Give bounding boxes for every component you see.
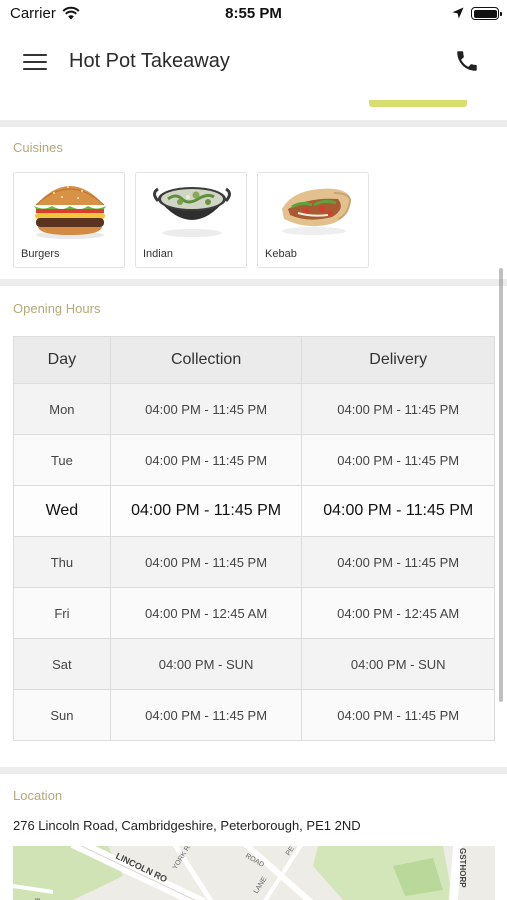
section-divider bbox=[0, 120, 507, 127]
page-title: Hot Pot Takeaway bbox=[69, 50, 230, 72]
location-heading: Location bbox=[13, 788, 63, 803]
table-row: Sun 04:00 PM - 11:45 PM 04:00 PM - 11:45… bbox=[13, 689, 495, 741]
clock: 8:55 PM bbox=[225, 5, 282, 22]
column-header-delivery: Delivery bbox=[301, 336, 495, 384]
day-cell: Tue bbox=[13, 434, 111, 486]
table-row: Tue 04:00 PM - 11:45 PM 04:00 PM - 11:45… bbox=[13, 434, 495, 486]
day-cell: Sat bbox=[13, 638, 111, 690]
location-map[interactable]: LINCOLN RO YORK RO ROAD PE LANE GSTHORP … bbox=[13, 846, 495, 900]
cuisines-heading: Cuisines bbox=[13, 140, 63, 155]
table-row: Sat 04:00 PM - SUN 04:00 PM - SUN bbox=[13, 638, 495, 690]
battery-icon bbox=[471, 7, 502, 20]
collection-hours-cell: 04:00 PM - 11:45 PM bbox=[109, 689, 303, 741]
burger-icon bbox=[34, 186, 106, 239]
table-row: Thu 04:00 PM - 11:45 PM 04:00 PM - 11:45… bbox=[13, 536, 495, 588]
delivery-hours-cell: 04:00 PM - 11:45 PM bbox=[301, 434, 495, 486]
table-row: Fri 04:00 PM - 12:45 AM 04:00 PM - 12:45… bbox=[13, 587, 495, 639]
cuisine-name: Burgers bbox=[21, 248, 60, 260]
collection-hours-cell: 04:00 PM - 11:45 PM bbox=[109, 485, 303, 537]
day-cell: Wed bbox=[13, 485, 111, 537]
collection-hours-cell: 04:00 PM - 12:45 AM bbox=[109, 587, 303, 639]
delivery-hours-cell: 04:00 PM - 11:45 PM bbox=[301, 689, 495, 741]
column-header-day: Day bbox=[13, 336, 111, 384]
day-cell: Fri bbox=[13, 587, 111, 639]
previous-section-button-edge[interactable] bbox=[369, 100, 467, 107]
cuisine-card-indian[interactable]: Indian bbox=[135, 172, 247, 268]
collection-hours-cell: 04:00 PM - 11:45 PM bbox=[109, 383, 303, 435]
delivery-hours-cell: 04:00 PM - 12:45 AM bbox=[301, 587, 495, 639]
section-divider bbox=[0, 279, 507, 286]
table-row-today: Wed 04:00 PM - 11:45 PM 04:00 PM - 11:45… bbox=[13, 485, 495, 537]
day-cell: Thu bbox=[13, 536, 111, 588]
address-text: 276 Lincoln Road, Cambridgeshire, Peterb… bbox=[13, 818, 361, 833]
cuisine-name: Kebab bbox=[265, 248, 297, 260]
delivery-hours-cell: 04:00 PM - 11:45 PM bbox=[301, 485, 495, 537]
cuisine-card-burgers[interactable]: Burgers bbox=[13, 172, 125, 268]
table-row: Mon 04:00 PM - 11:45 PM 04:00 PM - 11:45… bbox=[13, 383, 495, 435]
vertical-scrollbar[interactable] bbox=[499, 268, 503, 702]
collection-hours-cell: 04:00 PM - 11:45 PM bbox=[109, 434, 303, 486]
status-bar: Carrier 8:55 PM bbox=[0, 0, 507, 28]
opening-hours-table: Day Collection Delivery Mon 04:00 PM - 1… bbox=[13, 336, 495, 741]
delivery-hours-cell: 04:00 PM - 11:45 PM bbox=[301, 536, 495, 588]
nav-bar: Hot Pot Takeaway bbox=[0, 28, 507, 94]
map-street-label: GSTHORP bbox=[458, 848, 467, 888]
opening-hours-heading: Opening Hours bbox=[13, 301, 101, 316]
kebab-wrap-icon bbox=[282, 188, 352, 235]
collection-hours-cell: 04:00 PM - SUN bbox=[109, 638, 303, 690]
day-cell: Sun bbox=[13, 689, 111, 741]
cuisine-card-kebab[interactable]: Kebab bbox=[257, 172, 369, 268]
phone-icon[interactable] bbox=[454, 48, 480, 74]
location-arrow-icon bbox=[452, 7, 464, 19]
delivery-hours-cell: 04:00 PM - SUN bbox=[301, 638, 495, 690]
cuisine-name: Indian bbox=[143, 248, 173, 260]
section-divider bbox=[0, 767, 507, 774]
hamburger-menu-icon[interactable] bbox=[23, 52, 47, 72]
day-cell: Mon bbox=[13, 383, 111, 435]
curry-bowl-icon bbox=[153, 187, 231, 237]
column-header-collection: Collection bbox=[109, 336, 303, 384]
delivery-hours-cell: 04:00 PM - 11:45 PM bbox=[301, 383, 495, 435]
table-header-row: Day Collection Delivery bbox=[13, 336, 495, 384]
collection-hours-cell: 04:00 PM - 11:45 PM bbox=[109, 536, 303, 588]
